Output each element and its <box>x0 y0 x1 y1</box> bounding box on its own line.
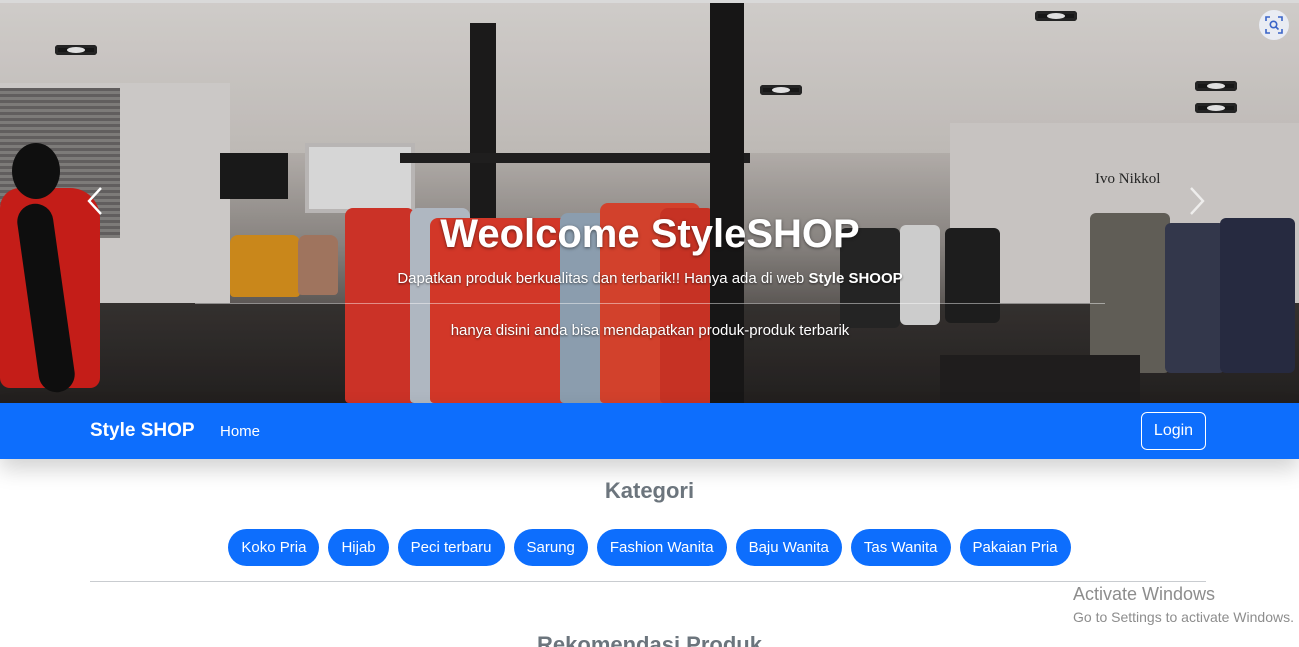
category-fashion-wanita[interactable]: Fashion Wanita <box>596 529 727 566</box>
kategori-title: Kategori <box>604 478 695 503</box>
section-divider <box>90 581 1206 582</box>
rekomendasi-title: Rekomendasi Produk <box>537 632 762 647</box>
hero-caption: Weolcome StyleSHOP Dapatkan produk berku… <box>190 211 1110 339</box>
visual-search-icon[interactable] <box>1259 10 1289 40</box>
category-koko-pria[interactable]: Koko Pria <box>228 529 320 566</box>
watermark-subtitle: Go to Settings to activate Windows. <box>1073 609 1294 625</box>
hero-subtitle: Dapatkan produk berkualitas dan terbarik… <box>190 270 1110 287</box>
category-baju-wanita[interactable]: Baju Wanita <box>735 529 842 566</box>
nav-link-home[interactable]: Home <box>220 423 260 440</box>
hero-title: Weolcome StyleSHOP <box>440 212 860 256</box>
hero-tagline: hanya disini anda bisa mendapatkan produ… <box>450 322 850 339</box>
category-pakaian-pria[interactable]: Pakaian Pria <box>959 529 1071 566</box>
windows-activation-watermark: Activate Windows Go to Settings to activ… <box>1073 584 1294 625</box>
hero-subtitle-text: Dapatkan produk berkualitas dan terbarik… <box>397 270 809 287</box>
navbar: Style SHOP Home Login <box>0 403 1299 459</box>
hero-overlay <box>0 3 1299 403</box>
chevron-right-icon[interactable] <box>1188 186 1212 216</box>
watermark-title: Activate Windows <box>1073 584 1216 604</box>
hero-carousel: Ivo Nikkol Weolcome StyleSHOP Dapatkan p… <box>0 3 1299 403</box>
category-sarung[interactable]: Sarung <box>513 529 588 566</box>
hero-divider <box>195 303 1105 304</box>
hero-subtitle-brand: Style SHOOP <box>808 270 903 287</box>
category-hijab[interactable]: Hijab <box>328 529 389 566</box>
login-button[interactable]: Login <box>1141 412 1206 450</box>
brand-logo[interactable]: Style SHOP <box>90 420 195 442</box>
category-tas-wanita[interactable]: Tas Wanita <box>850 529 951 566</box>
chevron-left-icon[interactable] <box>86 186 110 216</box>
category-peci-terbaru[interactable]: Peci terbaru <box>397 529 505 566</box>
category-list: Koko Pria Hijab Peci terbaru Sarung Fash… <box>0 529 1299 566</box>
